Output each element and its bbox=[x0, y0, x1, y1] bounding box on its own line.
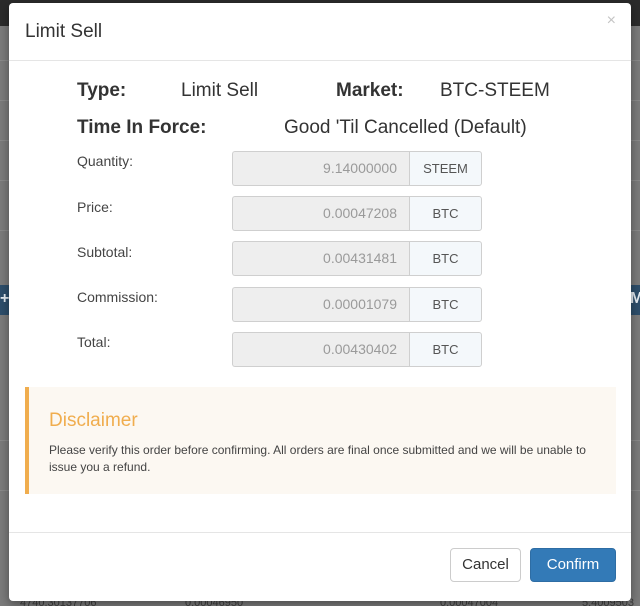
time-in-force-value: Good 'Til Cancelled (Default) bbox=[284, 117, 527, 138]
disclaimer-title: Disclaimer bbox=[49, 410, 138, 431]
order-confirmation-modal: Limit Sell × Type: Limit Sell Market: BT… bbox=[9, 3, 631, 601]
modal-header: Limit Sell × bbox=[9, 3, 631, 61]
cancel-button[interactable]: Cancel bbox=[450, 548, 521, 582]
total-label: Total: bbox=[77, 334, 111, 350]
commission-label: Commission: bbox=[77, 289, 158, 305]
quantity-unit: STEEM bbox=[409, 151, 482, 186]
quantity-field: 9.14000000 STEEM bbox=[232, 151, 482, 186]
market-value: BTC-STEEM bbox=[440, 80, 550, 101]
type-label: Type: bbox=[77, 80, 127, 101]
subtotal-value: 0.00431481 bbox=[232, 241, 409, 276]
subtotal-unit: BTC bbox=[409, 241, 482, 276]
disclaimer-text: Please verify this order before confirmi… bbox=[49, 443, 586, 474]
commission-unit: BTC bbox=[409, 287, 482, 322]
time-in-force-label: Time In Force: bbox=[77, 117, 207, 138]
price-unit: BTC bbox=[409, 196, 482, 231]
confirm-button[interactable]: Confirm bbox=[530, 548, 616, 582]
close-icon[interactable]: × bbox=[607, 12, 616, 30]
subtotal-field: 0.00431481 BTC bbox=[232, 241, 482, 276]
total-unit: BTC bbox=[409, 332, 482, 367]
quantity-value: 9.14000000 bbox=[232, 151, 409, 186]
total-field: 0.00430402 BTC bbox=[232, 332, 482, 367]
price-field: 0.00047208 BTC bbox=[232, 196, 482, 231]
modal-footer-divider bbox=[9, 532, 631, 533]
market-label: Market: bbox=[336, 80, 404, 101]
background-header-glyph: M bbox=[630, 290, 640, 307]
total-value: 0.00430402 bbox=[232, 332, 409, 367]
commission-field: 0.00001079 BTC bbox=[232, 287, 482, 322]
quantity-label: Quantity: bbox=[77, 153, 134, 169]
subtotal-label: Subtotal: bbox=[77, 244, 133, 260]
background-plus-icon: + bbox=[0, 290, 10, 307]
modal-title: Limit Sell bbox=[25, 21, 103, 42]
disclaimer-alert: Disclaimer Please verify this order befo… bbox=[25, 387, 616, 494]
type-value: Limit Sell bbox=[181, 80, 259, 101]
commission-value: 0.00001079 bbox=[232, 287, 409, 322]
price-value: 0.00047208 bbox=[232, 196, 409, 231]
price-label: Price: bbox=[77, 199, 113, 215]
